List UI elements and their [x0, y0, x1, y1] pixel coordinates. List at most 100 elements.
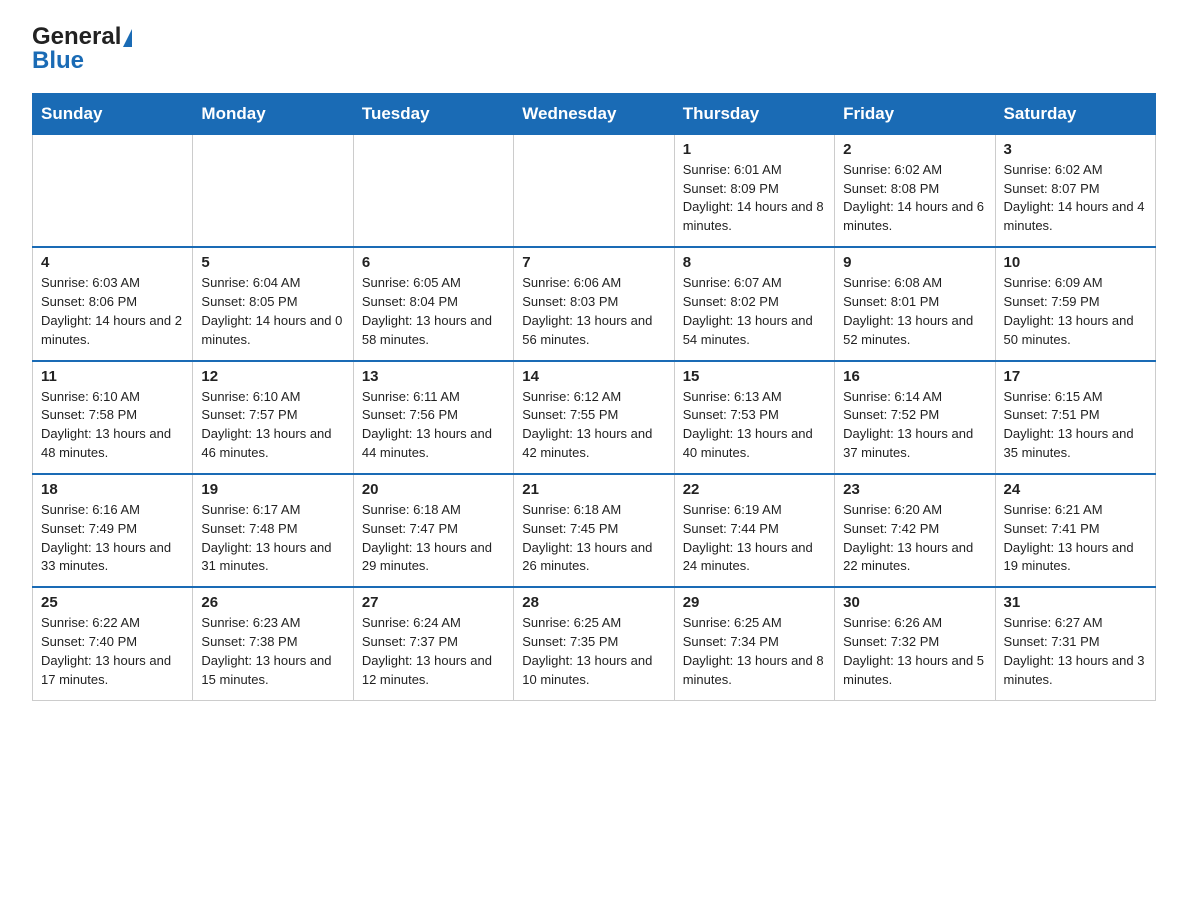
calendar-cell: 10Sunrise: 6:09 AMSunset: 7:59 PMDayligh… [995, 247, 1155, 360]
day-number: 10 [1004, 254, 1147, 271]
day-header-wednesday: Wednesday [514, 93, 674, 134]
day-header-tuesday: Tuesday [353, 93, 513, 134]
day-number: 13 [362, 368, 505, 385]
day-number: 15 [683, 368, 826, 385]
calendar-cell: 31 Sunrise: 6:27 AMSunset: 7:31 PMDayligh… [995, 587, 1155, 700]
calendar-cell: 17 Sunrise: 6:15 AMSunset: 7:51 PMDayligh… [995, 361, 1155, 474]
day-header-sunday: Sunday [33, 93, 193, 134]
calendar-cell: 1 Sunrise: 6:01 AMSunset: 8:09 PMDaylight… [674, 134, 834, 247]
calendar-cell: 29 Sunrise: 6:25 AMSunset: 7:34 PMDayligh… [674, 587, 834, 700]
calendar-cell: 30 Sunrise: 6:26 AMSunset: 7:32 PMDayligh… [835, 587, 995, 700]
calendar-cell [353, 134, 513, 247]
day-info: Sunrise: 6:13 AMSunset: 7:53 PMDaylight:… [683, 388, 826, 463]
day-number: 21 [522, 481, 665, 498]
calendar-cell: 23Sunrise: 6:20 AMSunset: 7:42 PMDayligh… [835, 474, 995, 587]
calendar-week-row: 18 Sunrise: 6:16 AMSunset: 7:49 PMDayligh… [33, 474, 1156, 587]
day-header-thursday: Thursday [674, 93, 834, 134]
day-info: Sunrise: 6:02 AMSunset: 8:08 PMDaylight:… [843, 161, 986, 236]
day-info: Sunrise: 6:06 AMSunset: 8:03 PMDaylight:… [522, 274, 665, 349]
calendar-cell: 8Sunrise: 6:07 AMSunset: 8:02 PMDaylight… [674, 247, 834, 360]
day-number: 16 [843, 368, 986, 385]
calendar-cell [514, 134, 674, 247]
day-number: 17 [1004, 368, 1147, 385]
page-header: General Blue [32, 24, 1156, 75]
calendar-week-row: 1 Sunrise: 6:01 AMSunset: 8:09 PMDaylight… [33, 134, 1156, 247]
day-info: Sunrise: 6:03 AMSunset: 8:06 PMDaylight:… [41, 274, 184, 349]
day-number: 9 [843, 254, 986, 271]
day-info: Sunrise: 6:18 AMSunset: 7:47 PMDaylight:… [362, 501, 505, 576]
calendar-cell: 27 Sunrise: 6:24 AMSunset: 7:37 PMDayligh… [353, 587, 513, 700]
day-info: Sunrise: 6:27 AMSunset: 7:31 PMDaylight:… [1004, 614, 1147, 689]
day-info: Sunrise: 6:01 AMSunset: 8:09 PMDaylight:… [683, 161, 826, 236]
day-number: 11 [41, 368, 184, 385]
day-info: Sunrise: 6:02 AMSunset: 8:07 PMDaylight:… [1004, 161, 1147, 236]
day-info: Sunrise: 6:10 AMSunset: 7:57 PMDaylight:… [201, 388, 344, 463]
day-info: Sunrise: 6:14 AMSunset: 7:52 PMDaylight:… [843, 388, 986, 463]
calendar-cell: 6 Sunrise: 6:05 AMSunset: 8:04 PMDaylight… [353, 247, 513, 360]
day-number: 7 [522, 254, 665, 271]
day-info: Sunrise: 6:15 AMSunset: 7:51 PMDaylight:… [1004, 388, 1147, 463]
calendar-cell: 12 Sunrise: 6:10 AMSunset: 7:57 PMDayligh… [193, 361, 353, 474]
calendar-cell: 7 Sunrise: 6:06 AMSunset: 8:03 PMDaylight… [514, 247, 674, 360]
calendar-cell: 20Sunrise: 6:18 AMSunset: 7:47 PMDayligh… [353, 474, 513, 587]
day-number: 1 [683, 141, 826, 158]
day-number: 26 [201, 594, 344, 611]
day-info: Sunrise: 6:23 AMSunset: 7:38 PMDaylight:… [201, 614, 344, 689]
day-number: 31 [1004, 594, 1147, 611]
day-number: 28 [522, 594, 665, 611]
calendar-cell: 5Sunrise: 6:04 AMSunset: 8:05 PMDaylight… [193, 247, 353, 360]
day-number: 3 [1004, 141, 1147, 158]
day-number: 24 [1004, 481, 1147, 498]
calendar-cell: 16 Sunrise: 6:14 AMSunset: 7:52 PMDayligh… [835, 361, 995, 474]
day-info: Sunrise: 6:10 AMSunset: 7:58 PMDaylight:… [41, 388, 184, 463]
day-info: Sunrise: 6:16 AMSunset: 7:49 PMDaylight:… [41, 501, 184, 576]
day-number: 27 [362, 594, 505, 611]
day-number: 25 [41, 594, 184, 611]
day-number: 18 [41, 481, 184, 498]
day-number: 12 [201, 368, 344, 385]
day-info: Sunrise: 6:26 AMSunset: 7:32 PMDaylight:… [843, 614, 986, 689]
day-number: 2 [843, 141, 986, 158]
day-header-saturday: Saturday [995, 93, 1155, 134]
day-info: Sunrise: 6:08 AMSunset: 8:01 PMDaylight:… [843, 274, 986, 349]
calendar-cell: 26 Sunrise: 6:23 AMSunset: 7:38 PMDayligh… [193, 587, 353, 700]
day-info: Sunrise: 6:20 AMSunset: 7:42 PMDaylight:… [843, 501, 986, 576]
day-info: Sunrise: 6:24 AMSunset: 7:37 PMDaylight:… [362, 614, 505, 689]
day-header-monday: Monday [193, 93, 353, 134]
day-number: 14 [522, 368, 665, 385]
calendar-cell: 19Sunrise: 6:17 AMSunset: 7:48 PMDayligh… [193, 474, 353, 587]
logo-blue-text: Blue [32, 48, 84, 74]
day-number: 30 [843, 594, 986, 611]
day-info: Sunrise: 6:19 AMSunset: 7:44 PMDaylight:… [683, 501, 826, 576]
calendar-cell: 15 Sunrise: 6:13 AMSunset: 7:53 PMDayligh… [674, 361, 834, 474]
calendar-week-row: 11 Sunrise: 6:10 AMSunset: 7:58 PMDayligh… [33, 361, 1156, 474]
day-number: 29 [683, 594, 826, 611]
calendar-cell: 11 Sunrise: 6:10 AMSunset: 7:58 PMDayligh… [33, 361, 193, 474]
calendar-cell: 28Sunrise: 6:25 AMSunset: 7:35 PMDayligh… [514, 587, 674, 700]
day-info: Sunrise: 6:18 AMSunset: 7:45 PMDaylight:… [522, 501, 665, 576]
logo-triangle-icon [123, 29, 132, 47]
day-info: Sunrise: 6:05 AMSunset: 8:04 PMDaylight:… [362, 274, 505, 349]
calendar-week-row: 4Sunrise: 6:03 AMSunset: 8:06 PMDaylight… [33, 247, 1156, 360]
calendar-cell: 25 Sunrise: 6:22 AMSunset: 7:40 PMDayligh… [33, 587, 193, 700]
calendar-cell [193, 134, 353, 247]
calendar-cell: 3 Sunrise: 6:02 AMSunset: 8:07 PMDaylight… [995, 134, 1155, 247]
day-info: Sunrise: 6:17 AMSunset: 7:48 PMDaylight:… [201, 501, 344, 576]
calendar-cell: 9 Sunrise: 6:08 AMSunset: 8:01 PMDaylight… [835, 247, 995, 360]
calendar-cell: 2 Sunrise: 6:02 AMSunset: 8:08 PMDaylight… [835, 134, 995, 247]
calendar-table: SundayMondayTuesdayWednesdayThursdayFrid… [32, 93, 1156, 701]
day-info: Sunrise: 6:21 AMSunset: 7:41 PMDaylight:… [1004, 501, 1147, 576]
calendar-cell: 24 Sunrise: 6:21 AMSunset: 7:41 PMDayligh… [995, 474, 1155, 587]
calendar-cell: 21 Sunrise: 6:18 AMSunset: 7:45 PMDayligh… [514, 474, 674, 587]
calendar-cell: 14Sunrise: 6:12 AMSunset: 7:55 PMDayligh… [514, 361, 674, 474]
logo: General Blue [32, 24, 132, 75]
calendar-week-row: 25 Sunrise: 6:22 AMSunset: 7:40 PMDayligh… [33, 587, 1156, 700]
day-number: 6 [362, 254, 505, 271]
calendar-cell: 4Sunrise: 6:03 AMSunset: 8:06 PMDaylight… [33, 247, 193, 360]
day-info: Sunrise: 6:11 AMSunset: 7:56 PMDaylight:… [362, 388, 505, 463]
calendar-cell: 18 Sunrise: 6:16 AMSunset: 7:49 PMDayligh… [33, 474, 193, 587]
day-number: 22 [683, 481, 826, 498]
day-info: Sunrise: 6:22 AMSunset: 7:40 PMDaylight:… [41, 614, 184, 689]
day-info: Sunrise: 6:25 AMSunset: 7:34 PMDaylight:… [683, 614, 826, 689]
day-headers-row: SundayMondayTuesdayWednesdayThursdayFrid… [33, 93, 1156, 134]
